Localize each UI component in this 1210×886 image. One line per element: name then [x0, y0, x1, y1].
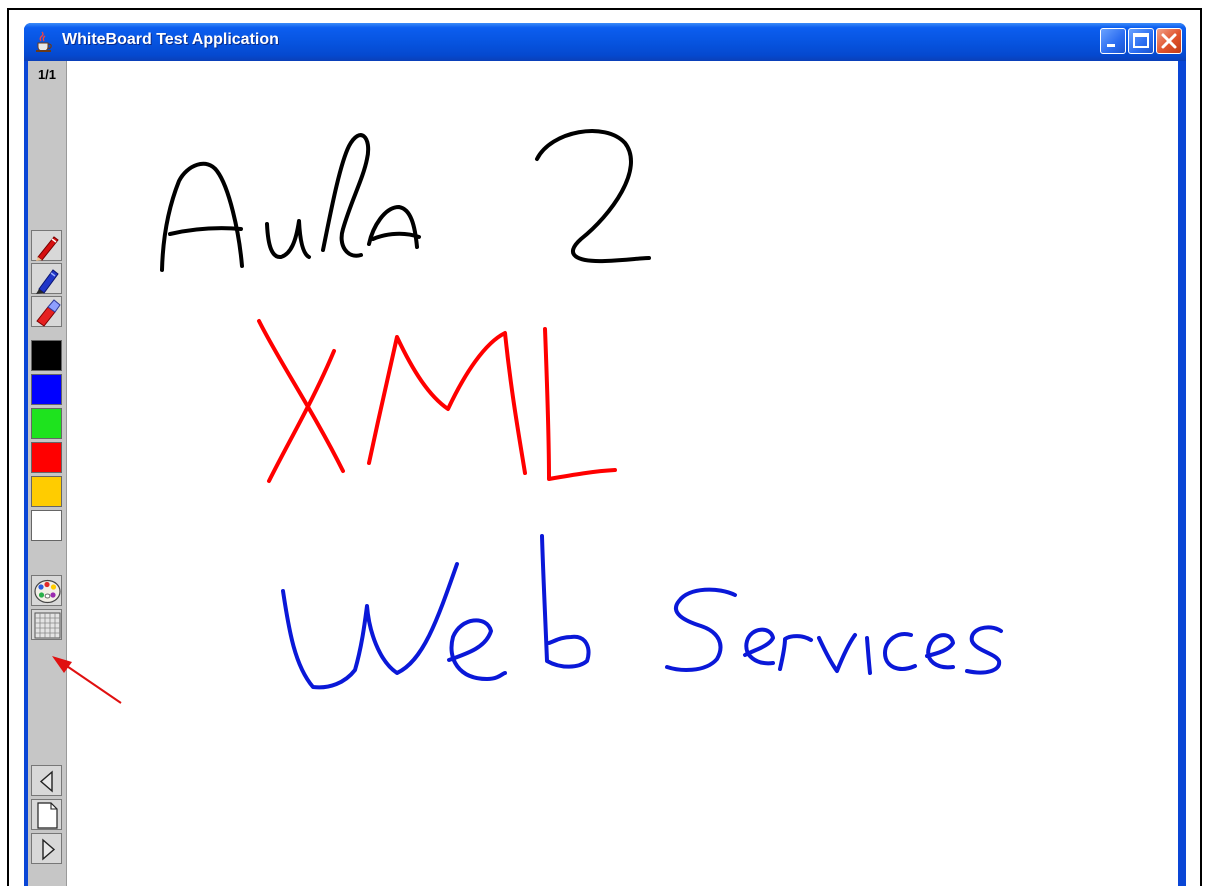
- next-page-button[interactable]: [31, 833, 62, 864]
- red-pen-button[interactable]: [31, 230, 62, 261]
- handwriting-web-services: [281, 534, 1003, 690]
- whiteboard-drawing: [160, 129, 1003, 690]
- previous-page-button[interactable]: [31, 765, 62, 796]
- app-window: WhiteBoard Test Application 1/1: [24, 23, 1186, 886]
- java-cup-icon: [36, 31, 52, 52]
- window-title: WhiteBoard Test Application: [62, 31, 279, 48]
- client-area: 1/1: [28, 61, 1178, 886]
- new-page-button[interactable]: [31, 799, 62, 830]
- color-swatch-blue[interactable]: [31, 374, 62, 405]
- title-bar[interactable]: WhiteBoard Test Application: [24, 23, 1186, 61]
- triangle-right-icon: [42, 838, 56, 861]
- palette-button[interactable]: [31, 575, 62, 606]
- triangle-left-icon: [39, 770, 53, 793]
- whiteboard-canvas[interactable]: [67, 61, 1178, 886]
- eraser-icon: [36, 299, 61, 327]
- handwriting-xml: [257, 319, 617, 483]
- blue-marker-icon: [36, 269, 59, 294]
- blue-marker-button[interactable]: [31, 263, 62, 294]
- maximize-button[interactable]: [1128, 28, 1154, 54]
- close-icon: [1161, 33, 1177, 49]
- color-swatch-black[interactable]: [31, 340, 62, 371]
- palette-icon: [34, 579, 61, 604]
- page-indicator: 1/1: [37, 67, 57, 82]
- minimize-button[interactable]: [1100, 28, 1126, 54]
- red-pen-icon: [36, 236, 59, 261]
- eraser-button[interactable]: [31, 296, 62, 327]
- maximize-icon: [1133, 33, 1149, 48]
- document-icon: [37, 802, 58, 829]
- color-swatch-white[interactable]: [31, 510, 62, 541]
- minimize-icon: [1107, 44, 1115, 47]
- grid-icon: [34, 612, 61, 639]
- close-button[interactable]: [1156, 28, 1182, 54]
- handwriting-aula-2: [160, 129, 651, 272]
- grid-button[interactable]: [31, 609, 62, 640]
- tool-bar: 1/1: [28, 61, 67, 886]
- color-swatch-green[interactable]: [31, 408, 62, 439]
- color-swatch-yellow[interactable]: [31, 476, 62, 507]
- color-swatch-red[interactable]: [31, 442, 62, 473]
